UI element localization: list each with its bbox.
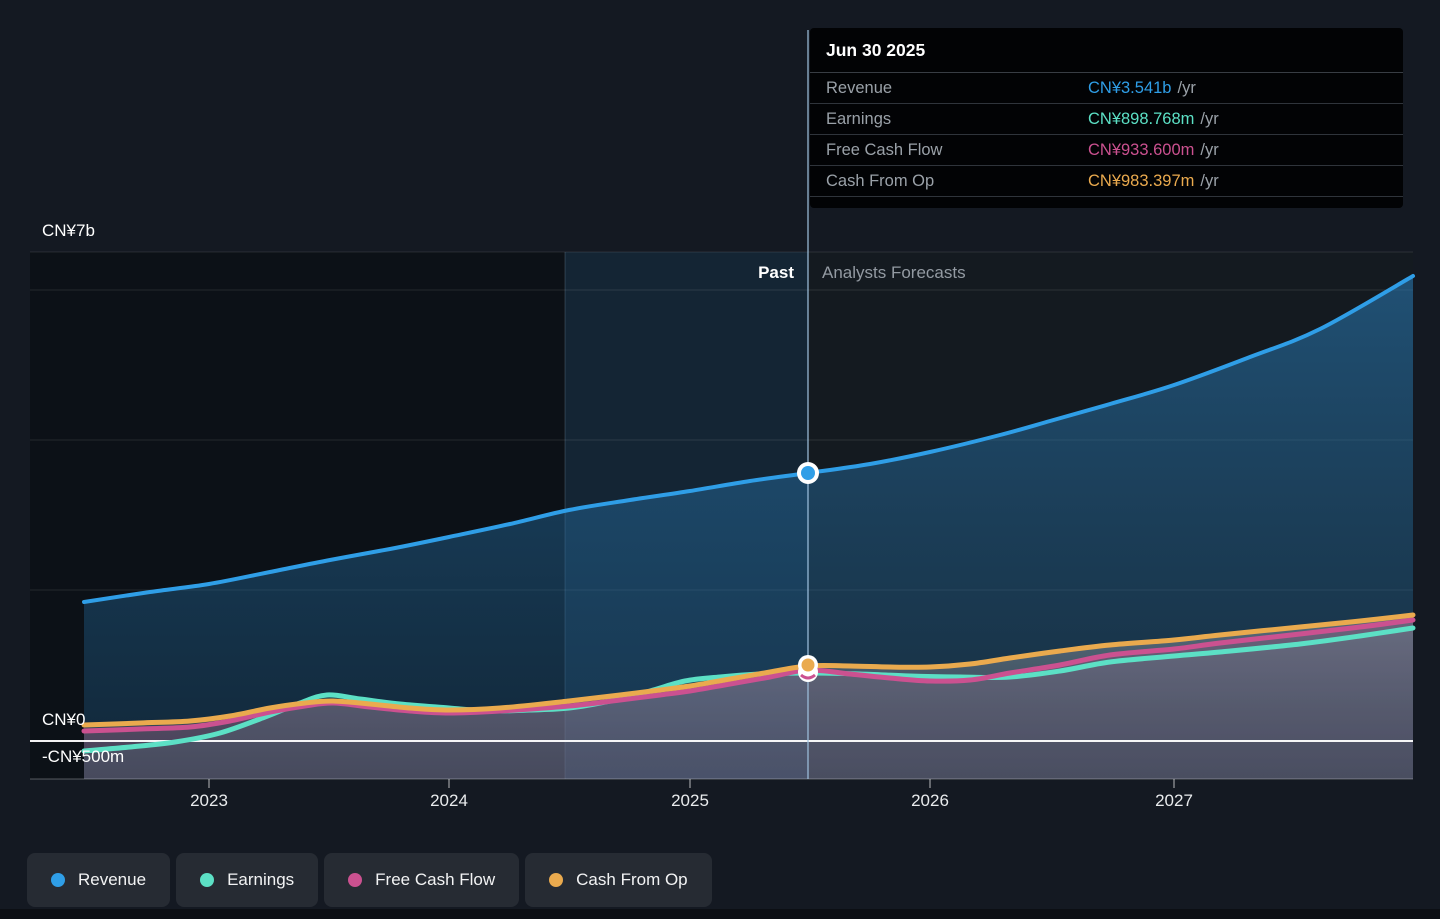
- tooltip-row-label: Revenue: [826, 78, 893, 97]
- tooltip-row-unit: /yr: [1200, 109, 1219, 128]
- x-axis-label-2025: 2025: [671, 791, 709, 810]
- tooltip-row-free-cash-flow: Free Cash Flow CN¥933.600m /yr: [810, 135, 1403, 166]
- x-axis-label-2024: 2024: [430, 791, 468, 810]
- tooltip-row-value: CN¥898.768m: [1088, 109, 1195, 128]
- cash-from-op-legend-dot-icon: [549, 873, 564, 887]
- tooltip-row-label: Earnings: [826, 109, 892, 128]
- tooltip-row-revenue: Revenue CN¥3.541b /yr: [810, 73, 1403, 104]
- tooltip-row-unit: /yr: [1177, 78, 1196, 97]
- tooltip-row-label: Free Cash Flow: [826, 140, 943, 159]
- y-axis-label-zero: CN¥0: [42, 710, 86, 729]
- legend-chip-label: Cash From Op: [576, 870, 688, 889]
- legend-chip-revenue[interactable]: Revenue: [27, 853, 171, 907]
- y-axis-label-neg: -CN¥500m: [42, 747, 125, 766]
- revenue-legend-dot-icon: [51, 873, 65, 887]
- legend-chip-earnings[interactable]: Earnings: [176, 853, 319, 907]
- legend-chip-free-cash-flow[interactable]: Free Cash Flow: [324, 853, 520, 907]
- tooltip-row-unit: /yr: [1200, 140, 1219, 159]
- legend-chip-label: Revenue: [78, 870, 147, 889]
- x-axis-label-2026: 2026: [911, 791, 949, 810]
- legend-chip-label: Free Cash Flow: [375, 870, 496, 889]
- x-axis-label-2023: 2023: [190, 791, 228, 810]
- tooltip-row-cash-from-op: Cash From Op CN¥983.397m /yr: [810, 166, 1403, 197]
- bottom-bar: [0, 909, 1440, 919]
- x-axis-label-2027: 2027: [1155, 791, 1193, 810]
- legend-chip-cash-from-op[interactable]: Cash From Op: [525, 853, 712, 907]
- y-axis-label-top: CN¥7b: [42, 221, 95, 240]
- tooltip-row-label: Cash From Op: [826, 171, 935, 190]
- earnings-legend-dot-icon: [200, 873, 215, 887]
- tooltip-row-unit: /yr: [1200, 171, 1219, 190]
- legend: Revenue Earnings Free Cash Flow Cash Fro…: [27, 853, 718, 907]
- legend-chip-label: Earnings: [227, 870, 295, 889]
- tooltip-title: Jun 30 2025: [810, 28, 1403, 73]
- tooltip-row-value: CN¥3.541b: [1088, 78, 1172, 97]
- tooltip-row-value: CN¥933.600m: [1088, 140, 1195, 159]
- free-cash-flow-legend-dot-icon: [348, 873, 363, 887]
- screen: CN¥7b CN¥0 -CN¥500m Past Analysts Foreca…: [0, 0, 1440, 919]
- forecasts-label: Analysts Forecasts: [822, 263, 966, 282]
- tooltip: Jun 30 2025 Revenue CN¥3.541b /yr Earnin…: [810, 28, 1403, 208]
- past-label: Past: [758, 263, 794, 282]
- tooltip-row-value: CN¥983.397m: [1088, 171, 1195, 190]
- axis-ticks: [208, 779, 1175, 788]
- tooltip-row-earnings: Earnings CN¥898.768m /yr: [810, 104, 1403, 135]
